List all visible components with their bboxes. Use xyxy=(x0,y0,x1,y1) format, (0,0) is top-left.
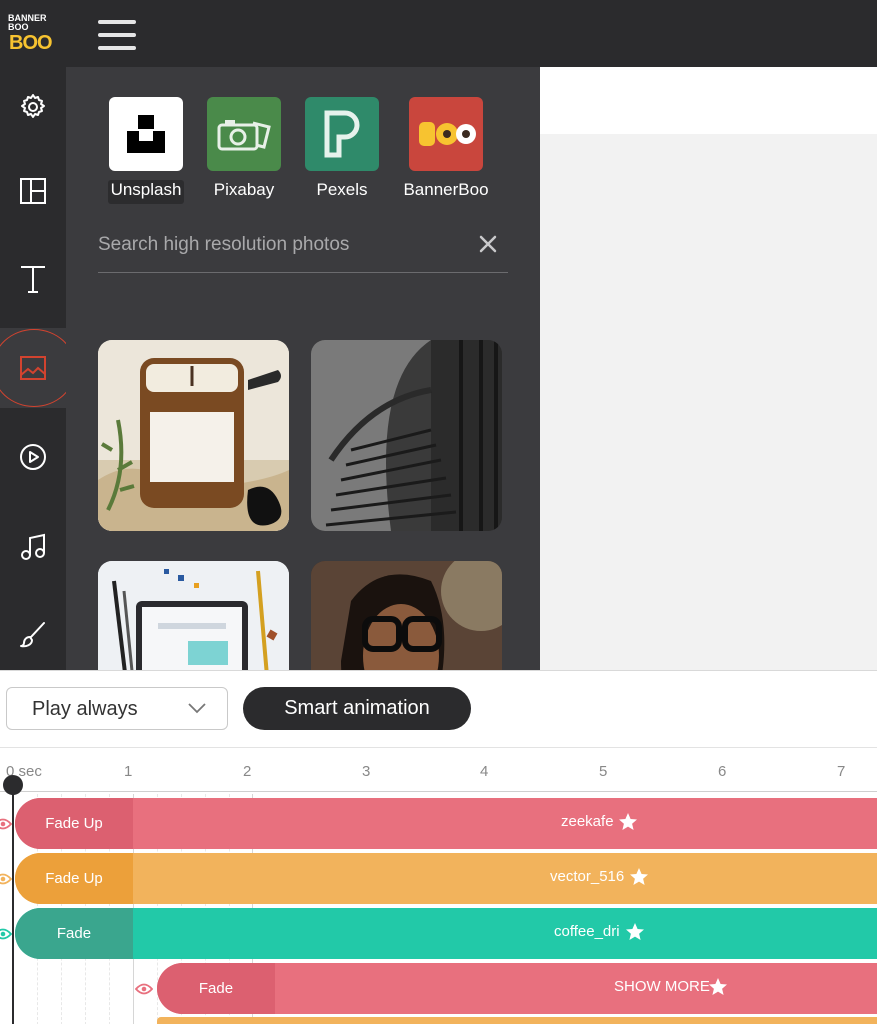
track-name: zeekafe xyxy=(561,813,614,830)
playhead[interactable] xyxy=(12,784,14,1024)
chevron-down-icon xyxy=(188,703,206,714)
pexels-logo xyxy=(305,97,379,171)
design-canvas[interactable] xyxy=(540,134,877,670)
sidebar-item-images[interactable] xyxy=(0,328,76,408)
source-pixabay[interactable]: Pixabay xyxy=(194,97,294,204)
eye-icon[interactable] xyxy=(0,818,12,830)
star-icon[interactable] xyxy=(625,922,645,942)
photo-thumbnail[interactable] xyxy=(98,561,289,670)
music-note-icon xyxy=(21,533,45,560)
source-label: Pixabay xyxy=(213,180,275,199)
hamburger-icon[interactable] xyxy=(98,20,138,50)
layout-icon xyxy=(20,178,46,204)
track-animation-label[interactable]: Fade Up xyxy=(15,853,133,904)
track-name: coffee_dri xyxy=(554,923,620,940)
photo-thumbnail[interactable] xyxy=(98,340,289,531)
track-vector-516[interactable]: Fade Up vector_516 xyxy=(15,853,877,904)
ruler-tick: 6 xyxy=(718,763,727,780)
image-icon xyxy=(20,356,46,380)
sidebar-item-layouts[interactable] xyxy=(0,151,66,231)
source-label: Unsplash xyxy=(107,180,185,204)
photo-search xyxy=(98,227,508,273)
photo-thumbnail[interactable] xyxy=(311,340,502,531)
playhead-handle[interactable] xyxy=(3,775,23,795)
canvas-toolbar-area xyxy=(540,67,877,134)
track-name: vector_516 xyxy=(550,868,625,885)
play-icon xyxy=(20,444,46,470)
media-panel: Unsplash Pixabay Pexels BannerBoo xyxy=(66,67,540,670)
source-pexels[interactable]: Pexels xyxy=(292,97,392,204)
pixabay-logo xyxy=(207,97,281,171)
track-animation-label[interactable]: Fade Up xyxy=(15,798,133,849)
source-bannerboo[interactable]: BannerBoo xyxy=(396,97,496,204)
logo-mark: BOO xyxy=(9,32,53,54)
ruler-tick: 2 xyxy=(243,763,252,780)
ruler-tick: 7 xyxy=(837,763,846,780)
unsplash-logo xyxy=(109,97,183,171)
sidebar-item-audio[interactable] xyxy=(0,507,66,587)
star-icon[interactable] xyxy=(618,812,638,832)
star-icon[interactable] xyxy=(708,977,728,997)
play-mode-value: Play always xyxy=(32,698,138,720)
close-icon[interactable] xyxy=(476,232,500,256)
photo-thumbnail[interactable] xyxy=(311,561,502,670)
timeline-ruler[interactable]: 0 sec 1 2 3 4 5 6 7 xyxy=(0,748,877,794)
ruler-tick: 3 xyxy=(362,763,371,780)
ruler-tick: 1 xyxy=(124,763,133,780)
track-partial[interactable] xyxy=(157,1017,877,1024)
sidebar-item-settings[interactable] xyxy=(0,67,66,147)
ruler-baseline xyxy=(0,791,877,792)
track-animation-label[interactable]: Fade xyxy=(157,963,275,1014)
text-icon xyxy=(21,266,45,293)
ruler-tick: 5 xyxy=(599,763,608,780)
bannerboo-logo-tile xyxy=(409,97,483,171)
source-unsplash[interactable]: Unsplash xyxy=(96,97,196,204)
eye-icon[interactable] xyxy=(0,928,12,940)
track-coffee-dri[interactable]: Fade coffee_dri xyxy=(15,908,877,959)
logo-line2: BOO xyxy=(8,22,29,32)
track-animation-label[interactable]: Fade xyxy=(15,908,133,959)
bannerboo-logo[interactable]: BANNER BOO BOO xyxy=(6,14,53,54)
track-show-more[interactable]: Fade SHOW MORE xyxy=(157,963,877,1014)
sidebar-item-brush[interactable] xyxy=(0,595,66,675)
sidebar-item-text[interactable] xyxy=(0,239,66,319)
source-label: Pexels xyxy=(316,180,368,199)
track-name: SHOW MORE xyxy=(614,978,710,995)
track-zeekafe[interactable]: Fade Up zeekafe xyxy=(15,798,877,849)
eye-icon[interactable] xyxy=(0,873,12,885)
sidebar xyxy=(0,67,76,670)
star-icon[interactable] xyxy=(629,867,649,887)
eye-icon[interactable] xyxy=(135,983,153,995)
brush-icon xyxy=(20,622,45,648)
smart-animation-button[interactable]: Smart animation xyxy=(243,687,471,730)
gear-icon xyxy=(21,94,45,118)
top-bar: BANNER BOO BOO xyxy=(0,0,877,67)
ruler-tick: 4 xyxy=(480,763,489,780)
sidebar-item-video[interactable] xyxy=(0,417,66,497)
play-mode-select[interactable]: Play always xyxy=(6,687,228,730)
search-input[interactable] xyxy=(98,231,468,259)
source-label: BannerBoo xyxy=(403,180,489,199)
